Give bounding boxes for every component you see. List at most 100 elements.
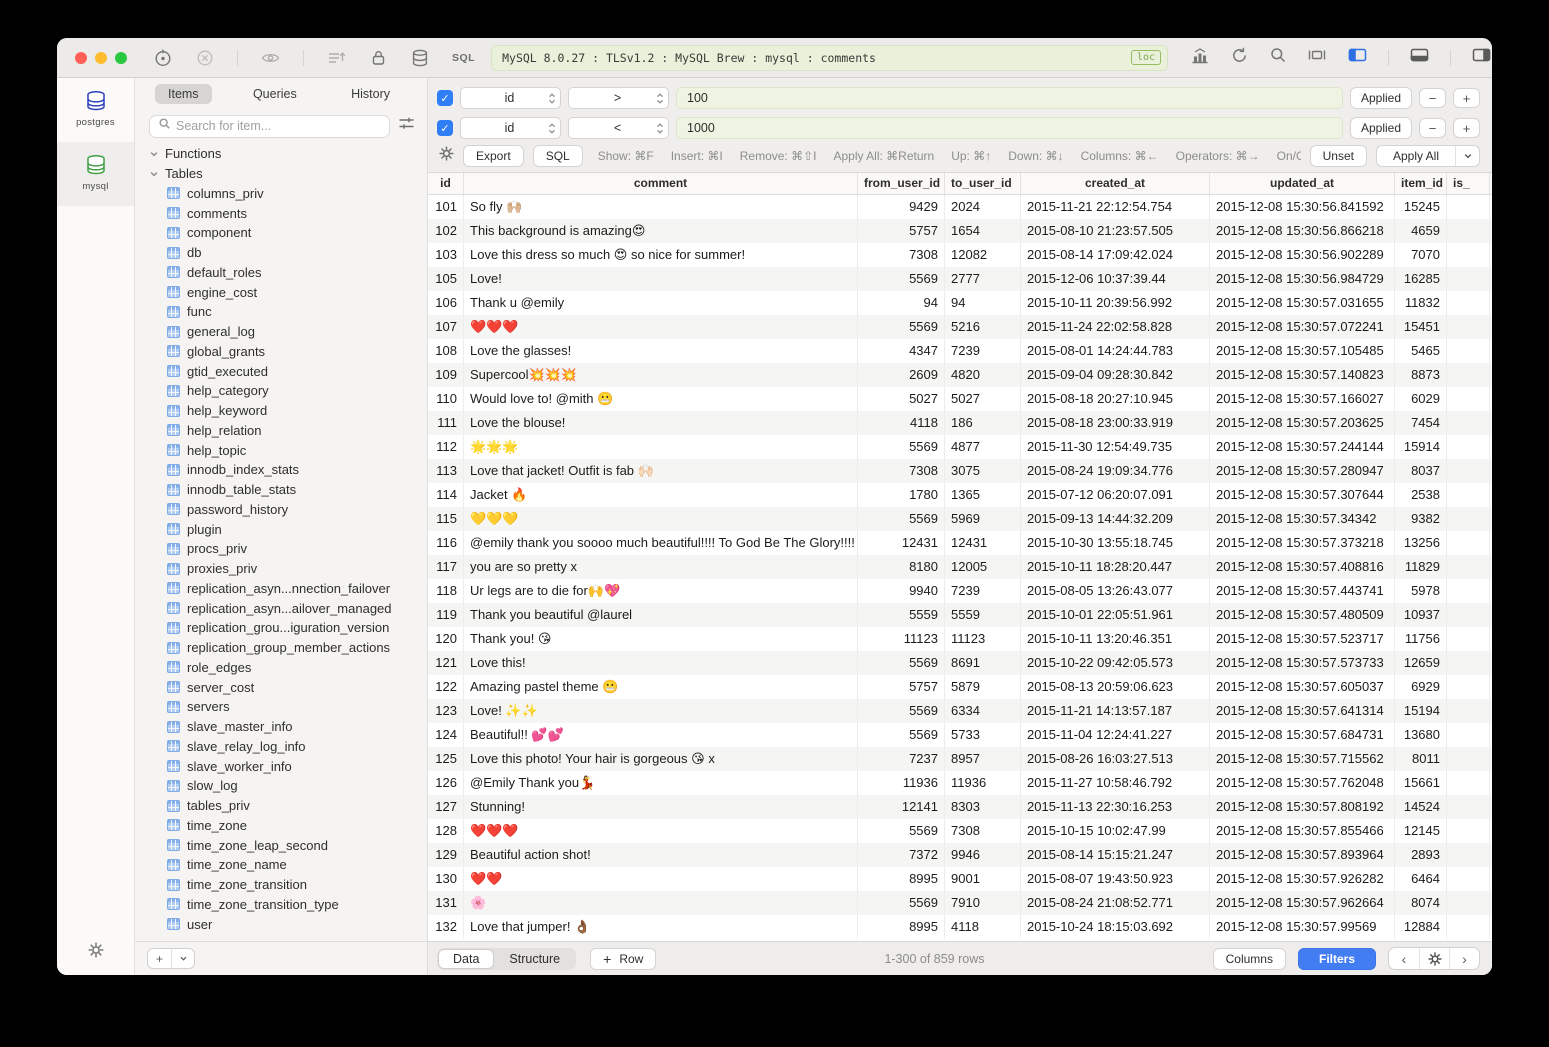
cell-comment[interactable]: 🌸 [464, 891, 858, 915]
column-header-item_id[interactable]: item_id [1395, 173, 1447, 194]
cell-from_user_id[interactable]: 5757 [858, 219, 945, 243]
cell-item_id[interactable]: 6929 [1395, 675, 1447, 699]
cell-created_at[interactable]: 2015-09-13 14:44:32.209 [1021, 507, 1210, 531]
cell-created_at[interactable]: 2015-11-04 12:24:41.227 [1021, 723, 1210, 747]
cell-is_[interactable] [1447, 747, 1490, 771]
cell-updated_at[interactable]: 2015-12-08 15:30:57.99569 [1210, 915, 1395, 939]
filter-sliders-icon[interactable] [398, 116, 415, 136]
structure-tab[interactable]: Structure [494, 949, 575, 969]
cell-comment[interactable]: Beautiful action shot! [464, 843, 858, 867]
cell-is_[interactable] [1447, 531, 1490, 555]
cell-id[interactable]: 111 [428, 411, 464, 435]
cell-to_user_id[interactable]: 3075 [945, 459, 1021, 483]
table-list-item[interactable]: db [135, 243, 427, 263]
cell-comment[interactable]: Love the glasses! [464, 339, 858, 363]
cell-id[interactable]: 102 [428, 219, 464, 243]
cell-updated_at[interactable]: 2015-12-08 15:30:56.984729 [1210, 267, 1395, 291]
cell-created_at[interactable]: 2015-10-01 22:05:51.961 [1021, 603, 1210, 627]
cell-item_id[interactable]: 8037 [1395, 459, 1447, 483]
cell-comment[interactable]: Thank you beautiful @laurel [464, 603, 858, 627]
cell-is_[interactable] [1447, 243, 1490, 267]
cell-to_user_id[interactable]: 2777 [945, 267, 1021, 291]
cell-updated_at[interactable]: 2015-12-08 15:30:57.762048 [1210, 771, 1395, 795]
remove-filter-button[interactable]: − [1419, 88, 1446, 108]
settings-gear-icon[interactable] [88, 942, 104, 963]
table-list-item[interactable]: help_topic [135, 440, 427, 460]
cell-updated_at[interactable]: 2015-12-08 15:30:57.140823 [1210, 363, 1395, 387]
cell-updated_at[interactable]: 2015-12-08 15:30:57.573733 [1210, 651, 1395, 675]
table-row[interactable]: 111Love the blouse!41181862015-08-18 23:… [428, 411, 1492, 435]
table-list-item[interactable]: help_relation [135, 421, 427, 441]
cell-id[interactable]: 124 [428, 723, 464, 747]
cell-item_id[interactable]: 16285 [1395, 267, 1447, 291]
table-row[interactable]: 102This background is amazing😍5757165420… [428, 219, 1492, 243]
table-list-item[interactable]: default_roles [135, 263, 427, 283]
table-list-item[interactable]: plugin [135, 519, 427, 539]
cell-comment[interactable]: Supercool💥💥💥 [464, 363, 858, 387]
cell-from_user_id[interactable]: 5757 [858, 675, 945, 699]
cell-comment[interactable]: Would love to! @mith 😬 [464, 387, 858, 411]
cell-from_user_id[interactable]: 5569 [858, 435, 945, 459]
toggle-left-panel-icon[interactable] [1347, 46, 1368, 69]
cell-to_user_id[interactable]: 186 [945, 411, 1021, 435]
cell-updated_at[interactable]: 2015-12-08 15:30:57.523717 [1210, 627, 1395, 651]
cell-to_user_id[interactable]: 5216 [945, 315, 1021, 339]
cell-item_id[interactable]: 13256 [1395, 531, 1447, 555]
cell-id[interactable]: 107 [428, 315, 464, 339]
cell-id[interactable]: 120 [428, 627, 464, 651]
cell-id[interactable]: 112 [428, 435, 464, 459]
table-list-item[interactable]: replication_grou...iguration_version [135, 618, 427, 638]
cell-from_user_id[interactable]: 7372 [858, 843, 945, 867]
cell-item_id[interactable]: 10937 [1395, 603, 1447, 627]
table-list-item[interactable]: password_history [135, 500, 427, 520]
export-button[interactable]: Export [463, 145, 524, 167]
apply-all-chevron-icon[interactable] [1455, 146, 1479, 166]
cell-item_id[interactable]: 12659 [1395, 651, 1447, 675]
filter-value-input[interactable] [676, 87, 1343, 109]
table-row[interactable]: 114Jacket 🔥178013652015-07-12 06:20:07.0… [428, 483, 1492, 507]
filter-checkbox[interactable]: ✓ [437, 120, 453, 136]
cell-created_at[interactable]: 2015-08-18 20:27:10.945 [1021, 387, 1210, 411]
search-input[interactable] [176, 119, 381, 133]
sql-editor-icon[interactable]: SQL [452, 52, 475, 64]
cell-created_at[interactable]: 2015-08-01 14:24:44.783 [1021, 339, 1210, 363]
cell-item_id[interactable]: 2538 [1395, 483, 1447, 507]
table-list-item[interactable]: servers [135, 697, 427, 717]
column-header-from_user_id[interactable]: from_user_id [858, 173, 945, 194]
stats-chart-icon[interactable] [1190, 46, 1210, 70]
table-list-item[interactable]: slave_master_info [135, 717, 427, 737]
cell-from_user_id[interactable]: 12141 [858, 795, 945, 819]
cell-to_user_id[interactable]: 7308 [945, 819, 1021, 843]
cell-item_id[interactable]: 11832 [1395, 291, 1447, 315]
cell-id[interactable]: 117 [428, 555, 464, 579]
cell-updated_at[interactable]: 2015-12-08 15:30:57.280947 [1210, 459, 1395, 483]
connection-field[interactable]: MySQL 8.0.27 : TLSv1.2 : MySQL Brew : my… [491, 45, 1168, 71]
cell-updated_at[interactable]: 2015-12-08 15:30:57.443741 [1210, 579, 1395, 603]
cell-updated_at[interactable]: 2015-12-08 15:30:57.166027 [1210, 387, 1395, 411]
cell-item_id[interactable]: 11829 [1395, 555, 1447, 579]
cell-is_[interactable] [1447, 195, 1490, 219]
table-row[interactable]: 128❤️❤️❤️556973082015-10-15 10:02:47.992… [428, 819, 1492, 843]
cell-to_user_id[interactable]: 4820 [945, 363, 1021, 387]
cell-id[interactable]: 113 [428, 459, 464, 483]
table-row[interactable]: 132Love that jumper! 👌🏾899541182015-10-2… [428, 915, 1492, 939]
table-row[interactable]: 116@emily thank you soooo much beautiful… [428, 531, 1492, 555]
close-button[interactable] [75, 52, 87, 64]
cell-created_at[interactable]: 2015-08-10 21:23:57.505 [1021, 219, 1210, 243]
cell-comment[interactable]: ❤️❤️❤️ [464, 819, 858, 843]
table-list-item[interactable]: proxies_priv [135, 559, 427, 579]
cell-is_[interactable] [1447, 363, 1490, 387]
cell-to_user_id[interactable]: 9946 [945, 843, 1021, 867]
table-row[interactable]: 110Would love to! @mith 😬502750272015-08… [428, 387, 1492, 411]
table-row[interactable]: 112🌟🌟🌟556948772015-11-30 12:54:49.735201… [428, 435, 1492, 459]
sql-button[interactable]: SQL [533, 145, 583, 167]
cell-is_[interactable] [1447, 507, 1490, 531]
cell-id[interactable]: 118 [428, 579, 464, 603]
table-list-item[interactable]: columns_priv [135, 184, 427, 204]
cell-comment[interactable]: ❤️❤️ [464, 867, 858, 891]
cell-from_user_id[interactable]: 7308 [858, 459, 945, 483]
cell-from_user_id[interactable]: 94 [858, 291, 945, 315]
cell-to_user_id[interactable]: 1365 [945, 483, 1021, 507]
cell-is_[interactable] [1447, 291, 1490, 315]
cell-item_id[interactable]: 5978 [1395, 579, 1447, 603]
